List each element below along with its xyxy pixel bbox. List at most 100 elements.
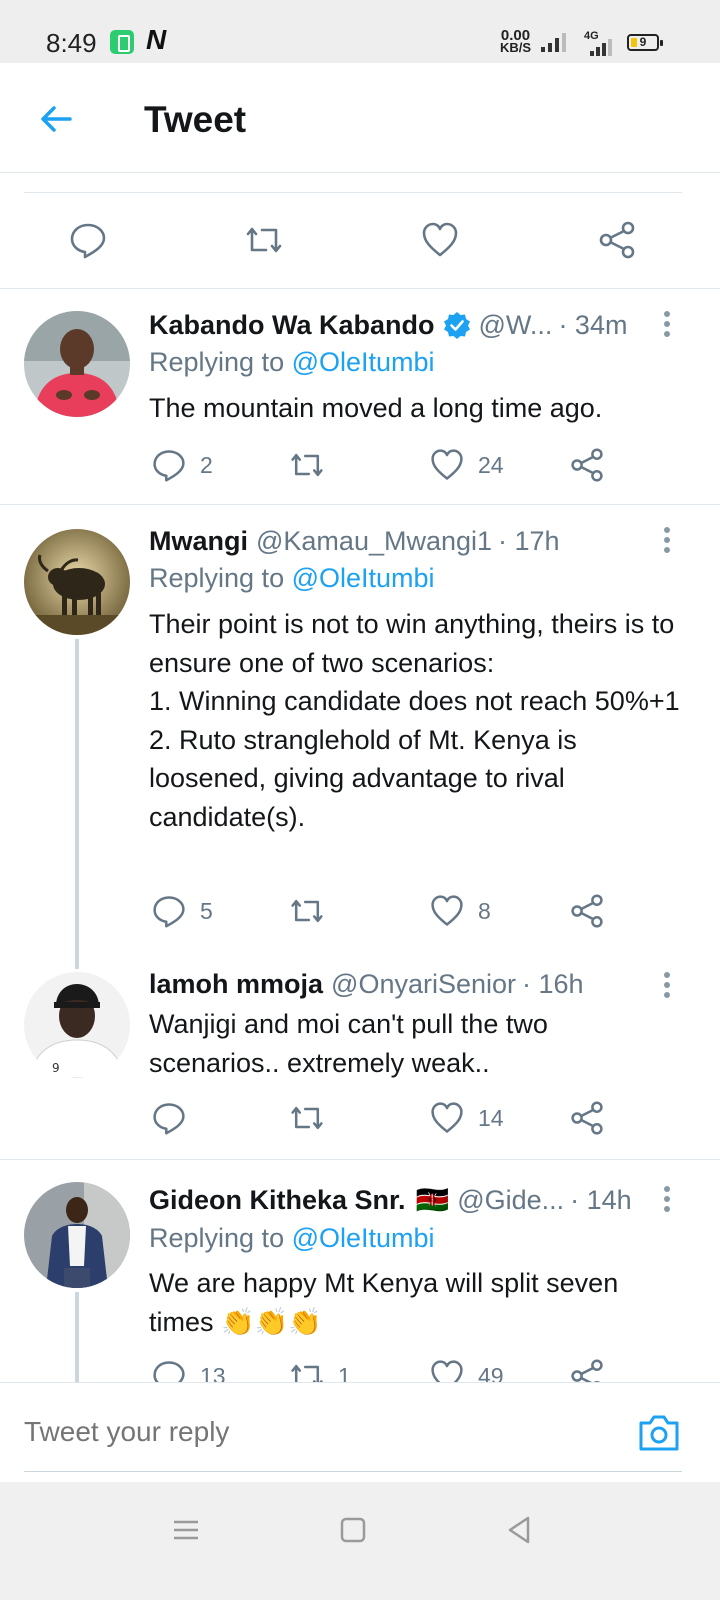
handle: @Gide... bbox=[457, 1184, 565, 1215]
handle: @W... bbox=[478, 309, 553, 340]
retweet-button[interactable] bbox=[289, 445, 338, 485]
like-count: 14 bbox=[478, 1104, 504, 1131]
retweet-icon bbox=[291, 1364, 323, 1382]
share-button[interactable] bbox=[569, 1098, 605, 1138]
divider bbox=[24, 192, 682, 193]
verified-badge-icon bbox=[443, 311, 471, 339]
avatar[interactable]: 9 bbox=[24, 972, 130, 1078]
divider bbox=[24, 1471, 682, 1472]
mention-link[interactable]: @OleItumbi bbox=[292, 1223, 435, 1253]
like-icon bbox=[431, 1360, 463, 1382]
share-button[interactable] bbox=[569, 1356, 605, 1382]
network-speed-unit: KB/S bbox=[500, 40, 532, 55]
timestamp: · 14h bbox=[570, 1184, 632, 1215]
main-tweet-actions bbox=[0, 173, 720, 289]
tweet-text: The mountain moved a long time ago. bbox=[149, 393, 603, 423]
reply-count: 13 bbox=[200, 1362, 226, 1383]
reply-tweet[interactable]: 9 lamoh mmoja @OnyariSenior · 16h Wanjig… bbox=[0, 960, 720, 1160]
svg-text:9: 9 bbox=[52, 1061, 60, 1075]
wifi-signal-icon bbox=[541, 32, 567, 52]
network-speed: 0.00 KB/S bbox=[500, 28, 532, 55]
more-options-icon[interactable] bbox=[664, 972, 672, 1002]
retweet-icon bbox=[291, 1106, 323, 1130]
tweet-actions: 5 8 bbox=[149, 891, 619, 931]
avatar[interactable] bbox=[24, 311, 130, 417]
tweet-actions: 13 1 49 bbox=[149, 1356, 619, 1382]
share-icon bbox=[571, 1359, 603, 1382]
like-button[interactable]: 14 bbox=[429, 1098, 504, 1138]
arrow-left-icon[interactable] bbox=[36, 99, 76, 139]
replying-to: Replying to @OleItumbi bbox=[149, 563, 435, 594]
more-options-icon[interactable] bbox=[664, 311, 672, 341]
battery-icon: 9 bbox=[627, 34, 663, 51]
handle: @OnyariSenior bbox=[331, 968, 517, 999]
like-count: 8 bbox=[478, 897, 491, 924]
avatar[interactable] bbox=[24, 1182, 130, 1288]
replying-to-label: Replying to bbox=[149, 347, 292, 377]
retweet-icon[interactable] bbox=[244, 220, 284, 260]
mention-link[interactable]: @OleItumbi bbox=[292, 563, 435, 593]
like-button[interactable]: 8 bbox=[429, 891, 491, 931]
share-button[interactable] bbox=[569, 891, 605, 931]
like-button[interactable]: 24 bbox=[429, 445, 504, 485]
like-button[interactable]: 49 bbox=[429, 1356, 504, 1382]
like-icon bbox=[431, 1102, 463, 1133]
like-count: 24 bbox=[478, 451, 504, 478]
reply-button[interactable]: 2 bbox=[151, 445, 213, 485]
reply-icon bbox=[153, 1361, 185, 1382]
status-time: 8:49 bbox=[46, 28, 97, 58]
retweet-button[interactable]: 1 bbox=[289, 1356, 351, 1382]
reply-button[interactable]: 13 bbox=[151, 1356, 226, 1382]
tweet-actions: 14 bbox=[149, 1098, 619, 1138]
reply-count: 5 bbox=[200, 897, 213, 924]
reply-button[interactable]: 5 bbox=[151, 891, 213, 931]
reply-input[interactable] bbox=[24, 1409, 584, 1455]
reply-tweet[interactable]: Kabando Wa Kabando @W... · 34m Replying … bbox=[0, 289, 720, 505]
notification-app-icon: N bbox=[146, 24, 167, 55]
like-icon bbox=[431, 895, 463, 926]
retweet-icon bbox=[291, 899, 323, 923]
like-count: 49 bbox=[478, 1362, 504, 1383]
reply-icon bbox=[153, 450, 185, 482]
reply-tweet[interactable]: Mwangi @Kamau_Mwangi1 · 17h Replying to … bbox=[0, 505, 720, 969]
replying-to-label: Replying to bbox=[149, 563, 292, 593]
more-options-icon[interactable] bbox=[664, 1186, 672, 1216]
display-name[interactable]: Mwangi bbox=[149, 526, 248, 557]
display-name[interactable]: lamoh mmoja bbox=[149, 969, 323, 1000]
reply-icon[interactable] bbox=[68, 220, 108, 260]
header: Tweet bbox=[0, 63, 720, 173]
more-options-icon[interactable] bbox=[664, 527, 672, 557]
timestamp: · 16h bbox=[522, 968, 584, 999]
menu-icon[interactable] bbox=[166, 1510, 206, 1550]
tweet-text: Wanjigi and moi can't pull the two scena… bbox=[149, 1009, 556, 1078]
display-name[interactable]: Kabando Wa Kabando bbox=[149, 310, 435, 341]
status-bar: 8:49 N 0.00 KB/S 4G 9 bbox=[0, 0, 720, 63]
back-triangle-icon[interactable] bbox=[500, 1510, 540, 1550]
camera-icon[interactable] bbox=[636, 1413, 682, 1453]
share-icon bbox=[571, 894, 603, 928]
reply-composer bbox=[0, 1382, 720, 1482]
reply-count: 2 bbox=[200, 451, 213, 478]
replying-to-label: Replying to bbox=[149, 1223, 292, 1253]
share-button[interactable] bbox=[569, 445, 605, 485]
thread-line bbox=[75, 1292, 79, 1382]
mention-link[interactable]: @OleItumbi bbox=[292, 347, 435, 377]
retweet-button[interactable] bbox=[289, 891, 338, 931]
like-icon[interactable] bbox=[420, 220, 460, 260]
tweet-actions: 2 24 bbox=[149, 445, 619, 485]
avatar[interactable] bbox=[24, 529, 130, 635]
display-name[interactable]: Gideon Kitheka Snr. bbox=[149, 1185, 406, 1216]
tweet-text: We are happy Mt Kenya will split seven t… bbox=[149, 1268, 626, 1337]
share-icon bbox=[571, 1101, 603, 1135]
thread-line bbox=[75, 639, 79, 969]
flag-emoji: 🇰🇪 bbox=[415, 1185, 450, 1215]
cell-signal-icon bbox=[590, 36, 616, 56]
share-icon[interactable] bbox=[597, 220, 637, 260]
reply-button[interactable] bbox=[151, 1098, 200, 1138]
replying-to: Replying to @OleItumbi bbox=[149, 347, 435, 378]
timestamp: · 17h bbox=[498, 525, 560, 556]
tweet-text: Their point is not to win anything, thei… bbox=[149, 609, 680, 832]
reply-tweet[interactable]: Gideon Kitheka Snr. 🇰🇪 @Gide... · 14h Re… bbox=[0, 1160, 720, 1382]
home-icon[interactable] bbox=[333, 1510, 373, 1550]
retweet-button[interactable] bbox=[289, 1098, 338, 1138]
